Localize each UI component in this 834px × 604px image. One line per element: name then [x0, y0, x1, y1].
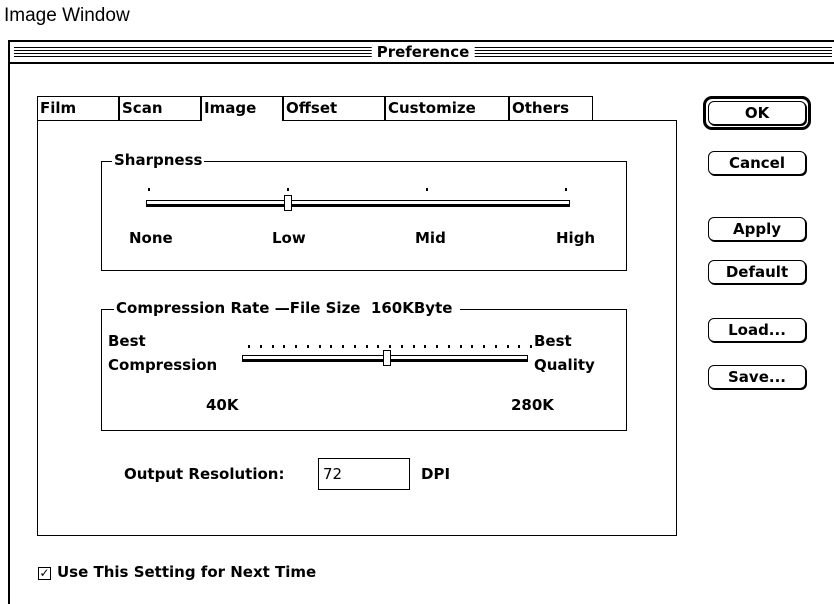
compression-tick [471, 345, 474, 348]
compression-tick [295, 345, 297, 348]
compression-tick [412, 345, 415, 348]
sharpness-group: Sharpness None Low Mid High [101, 151, 627, 271]
compression-tick [365, 345, 368, 348]
compression-tick [271, 345, 274, 348]
sharpness-level-low: Low [272, 229, 306, 247]
sharpness-tick [148, 188, 150, 191]
sharpness-level-mid: Mid [415, 229, 446, 247]
compression-tick [353, 345, 356, 348]
output-resolution-label: Output Resolution: [124, 465, 285, 483]
compression-title-text: Compression Rate —File Size [116, 299, 361, 317]
compression-slider-thumb[interactable] [382, 350, 391, 366]
sharpness-slider-track[interactable] [146, 200, 570, 207]
compression-group: Compression Rate —File Size 160KByte Bes… [101, 299, 627, 431]
tab-customize[interactable]: Customize [385, 96, 509, 120]
sharpness-level-none: None [129, 229, 173, 247]
use-setting-label: Use This Setting for Next Time [57, 563, 317, 581]
compression-tick [506, 345, 509, 348]
tab-label: Image [204, 99, 257, 117]
compression-tick [283, 345, 286, 348]
compression-tick [459, 345, 462, 348]
compression-tick [494, 345, 497, 348]
compression-tick [424, 345, 427, 348]
compression-tick [259, 345, 262, 348]
compression-tick [483, 345, 485, 348]
window-caption: Image Window [4, 5, 130, 26]
title-bar[interactable]: Preference [10, 42, 834, 64]
compression-tick [306, 345, 309, 348]
sharpness-level-high: High [556, 229, 596, 247]
tab-label: Offset [286, 99, 338, 117]
sharpness-tick [565, 188, 567, 191]
compression-tick [530, 345, 532, 348]
default-button[interactable]: Default [708, 260, 806, 284]
dialog-title: Preference [371, 43, 475, 61]
compression-max-label: 280K [511, 396, 554, 414]
sharpness-tick [426, 188, 428, 191]
tab-offset[interactable]: Offset [283, 96, 385, 120]
compression-tick [330, 345, 333, 348]
load-button[interactable]: Load... [708, 318, 806, 342]
tab-label: Others [512, 99, 570, 117]
compression-tick [400, 345, 403, 348]
tab-film[interactable]: Film [37, 96, 119, 120]
compression-file-size: 160KByte [370, 299, 453, 317]
output-resolution-unit: DPI [421, 465, 451, 483]
tab-label: Scan [122, 99, 163, 117]
compression-tick [389, 345, 391, 348]
ok-button[interactable]: OK [708, 101, 806, 125]
sharpness-slider-thumb[interactable] [284, 195, 292, 211]
tab-scan[interactable]: Scan [119, 96, 201, 120]
tab-label: Film [40, 99, 77, 117]
tab-label: Customize [388, 99, 476, 117]
compression-tick [248, 345, 250, 348]
output-resolution-input[interactable]: 72 [318, 458, 410, 490]
apply-button[interactable]: Apply [708, 217, 806, 241]
compression-left-label-2: Compression [108, 356, 218, 374]
compression-tick [318, 345, 321, 348]
compression-left-label-1: Best [108, 332, 146, 350]
save-button[interactable]: Save... [708, 365, 806, 389]
cancel-button[interactable]: Cancel [708, 151, 806, 175]
compression-title: Compression Rate —File Size 160KByte [114, 299, 460, 317]
tab-others[interactable]: Others [509, 96, 593, 120]
compression-tick [518, 345, 521, 348]
compression-right-label-2: Quality [534, 356, 595, 374]
sharpness-tick [287, 188, 289, 191]
compression-tick [342, 345, 344, 348]
compression-tick [447, 345, 450, 348]
use-setting-checkbox[interactable]: ✓ [38, 567, 51, 580]
sharpness-title: Sharpness [112, 151, 205, 169]
compression-min-label: 40K [206, 396, 239, 414]
tab-image[interactable]: Image [201, 96, 283, 121]
compression-tick [377, 345, 380, 348]
compression-right-label-1: Best [534, 332, 572, 350]
compression-tick [436, 345, 438, 348]
